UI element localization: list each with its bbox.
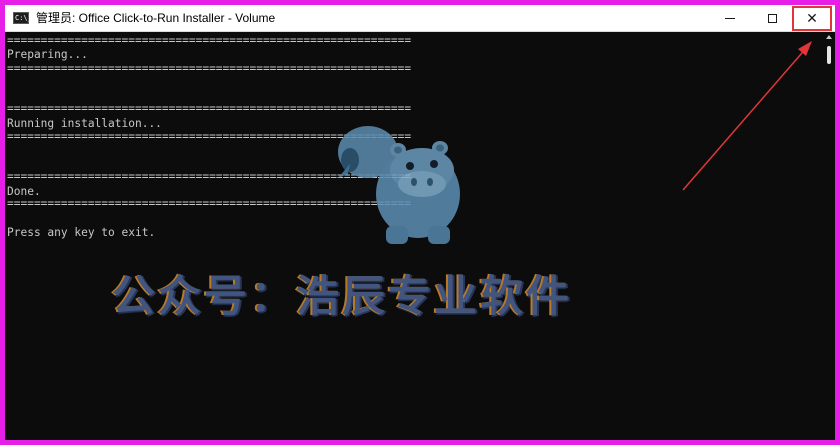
maximize-button[interactable] — [752, 5, 792, 32]
scroll-thumb[interactable] — [827, 46, 831, 64]
hippo-mascot-image — [338, 126, 460, 244]
vertical-scrollbar[interactable] — [823, 32, 835, 440]
scroll-up-icon[interactable] — [826, 35, 832, 39]
console-line: ========================================… — [7, 62, 412, 75]
minimize-button[interactable] — [710, 5, 750, 32]
console-line: ========================================… — [7, 102, 412, 115]
window-title: 管理员: Office Click-to-Run Installer - Vol… — [36, 11, 276, 25]
console-app-icon[interactable]: C:\_ — [13, 12, 32, 24]
console-line: Press any key to exit. — [7, 226, 156, 239]
title-bar[interactable]: C:\_ 管理员: Office Click-to-Run Installer … — [5, 5, 835, 32]
console-line: ========================================… — [7, 34, 412, 47]
console-line: Preparing... — [7, 48, 88, 61]
watermark-text: 公众号：浩辰专业软件 — [112, 272, 572, 322]
maximize-icon — [767, 14, 777, 23]
close-button[interactable]: ✕ — [792, 6, 832, 31]
console-line: Running installation... — [7, 117, 162, 130]
minimize-icon — [725, 18, 735, 19]
close-icon: ✕ — [806, 10, 818, 27]
